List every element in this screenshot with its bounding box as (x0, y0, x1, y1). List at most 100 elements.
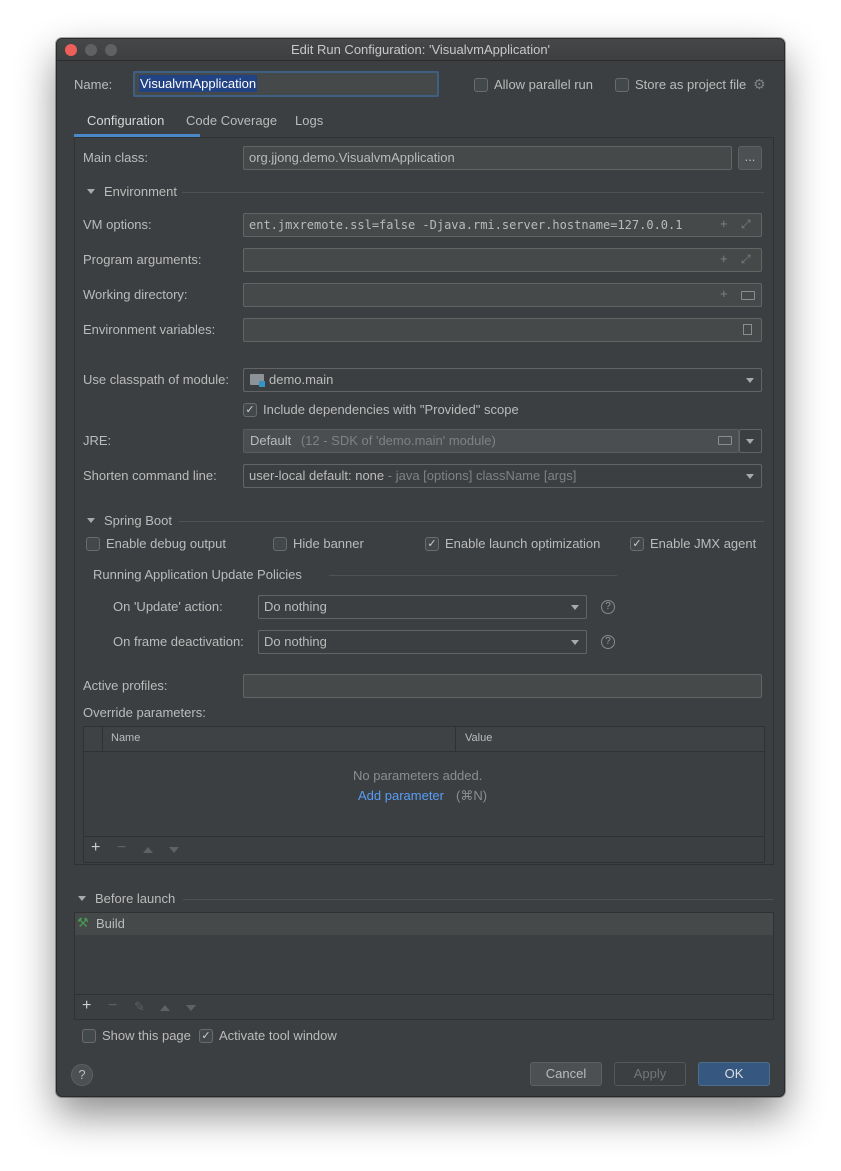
main-class-field[interactable]: org.jjong.demo.VisualvmApplication (243, 146, 732, 170)
tab-code-coverage[interactable]: Code Coverage (186, 113, 277, 128)
minimize-window-button[interactable] (85, 44, 97, 56)
cancel-button[interactable]: Cancel (530, 1062, 602, 1086)
add-parameter-shortcut: (⌘N) (456, 788, 488, 803)
shorten-command-line-label: Shorten command line: (83, 468, 217, 483)
before-launch-collapse-icon[interactable] (78, 896, 86, 901)
program-arguments-field[interactable] (243, 248, 762, 272)
tab-configuration[interactable]: Configuration (87, 113, 164, 128)
table-column-divider (455, 727, 456, 752)
chevron-down-icon[interactable] (746, 378, 754, 383)
activate-tool-window-label: Activate tool window (219, 1028, 337, 1043)
add-icon[interactable]: + (720, 287, 728, 301)
activate-tool-window-checkbox[interactable]: ✓ (199, 1029, 213, 1043)
table-header-row (84, 727, 764, 752)
table-header-name[interactable]: Name (111, 732, 140, 744)
update-policies-title: Running Application Update Policies (93, 567, 302, 582)
on-frame-deactivation-label: On frame deactivation: (113, 634, 244, 649)
hammer-icon: ⚒ (77, 915, 89, 930)
environment-separator (182, 192, 764, 193)
apply-button[interactable]: Apply (614, 1062, 686, 1086)
name-field-selection: VisualvmApplication (139, 75, 258, 92)
ok-button[interactable]: OK (698, 1062, 770, 1086)
environment-section-title: Environment (104, 184, 177, 199)
help-button[interactable]: ? (71, 1064, 93, 1086)
classpath-module-select[interactable]: demo.main (243, 368, 762, 392)
window-title: Edit Run Configuration: 'VisualvmApplica… (290, 42, 551, 57)
active-profiles-field[interactable] (243, 674, 762, 698)
launch-optimization-label: Enable launch optimization (445, 536, 601, 551)
move-up-icon (143, 847, 153, 853)
launch-optimization-checkbox[interactable]: ✓ (425, 537, 439, 551)
chevron-down-icon[interactable] (746, 474, 754, 479)
chevron-down-icon[interactable] (571, 605, 579, 610)
shorten-command-line-hint: - java [options] className [args] (387, 468, 577, 483)
name-field[interactable]: VisualvmApplication (133, 71, 439, 97)
environment-variables-field[interactable] (243, 318, 762, 342)
folder-icon[interactable] (718, 436, 732, 445)
debug-output-checkbox[interactable] (86, 537, 100, 551)
chevron-down-icon[interactable] (746, 439, 754, 444)
table-toolbar-separator (84, 836, 764, 837)
vm-options-field[interactable]: ent.jmxremote.ssl=false -Djava.rmi.serve… (243, 213, 762, 237)
add-icon[interactable]: + (82, 998, 91, 1014)
move-down-icon (186, 1005, 196, 1011)
vm-options-label: VM options: (83, 217, 152, 232)
override-parameters-label: Override parameters: (83, 705, 206, 720)
working-directory-field[interactable] (243, 283, 762, 307)
help-icon[interactable]: ? (601, 635, 615, 649)
jmx-agent-checkbox[interactable]: ✓ (630, 537, 644, 551)
chevron-down-icon[interactable] (571, 640, 579, 645)
edit-list-icon[interactable] (743, 324, 752, 335)
include-dependencies-checkbox[interactable]: ✓ (243, 403, 257, 417)
spring-boot-separator (179, 521, 764, 522)
jmx-agent-label: Enable JMX agent (650, 536, 757, 551)
jre-field[interactable]: Default (12 - SDK of 'demo.main' module) (243, 429, 739, 453)
jre-value: Default (250, 433, 292, 448)
on-update-select[interactable]: Do nothing (258, 595, 587, 619)
run-config-dialog: Edit Run Configuration: 'VisualvmApplica… (56, 38, 785, 1097)
allow-parallel-label: Allow parallel run (494, 77, 593, 92)
spring-boot-section-title: Spring Boot (104, 513, 172, 528)
edit-icon: ✎ (134, 999, 145, 1014)
main-class-label: Main class: (83, 150, 149, 165)
allow-parallel-checkbox[interactable] (474, 78, 488, 92)
environment-collapse-icon[interactable] (87, 189, 95, 194)
hide-banner-checkbox[interactable] (273, 537, 287, 551)
shorten-command-line-select[interactable]: user-local default: none - java [options… (243, 464, 762, 488)
tab-logs[interactable]: Logs (295, 113, 323, 128)
title-bar: Edit Run Configuration: 'VisualvmApplica… (57, 39, 784, 61)
spring-boot-collapse-icon[interactable] (87, 518, 95, 523)
on-frame-deactivation-select[interactable]: Do nothing (258, 630, 587, 654)
table-header-value[interactable]: Value (465, 732, 492, 744)
hide-banner-label: Hide banner (293, 536, 364, 551)
before-launch-item-label: Build (96, 916, 125, 931)
store-as-project-checkbox[interactable] (615, 78, 629, 92)
browse-main-class-button[interactable]: ... (738, 146, 762, 170)
move-up-icon (160, 1005, 170, 1011)
program-arguments-label: Program arguments: (83, 252, 202, 267)
add-icon[interactable]: + (91, 840, 100, 856)
add-icon[interactable]: + (720, 252, 728, 266)
active-profiles-label: Active profiles: (83, 678, 168, 693)
show-this-page-checkbox[interactable] (82, 1029, 96, 1043)
classpath-module-label: Use classpath of module: (83, 372, 229, 387)
include-dependencies-label: Include dependencies with "Provided" sco… (263, 402, 519, 417)
close-window-button[interactable] (65, 44, 77, 56)
add-parameter-link[interactable]: Add parameter (358, 788, 444, 803)
add-icon[interactable]: + (720, 217, 728, 231)
show-this-page-label: Show this page (102, 1028, 191, 1043)
module-badge-icon (259, 381, 265, 387)
folder-icon[interactable] (741, 291, 755, 300)
vm-options-value: ent.jmxremote.ssl=false -Djava.rmi.serve… (249, 218, 683, 232)
gear-icon[interactable]: ⚙ (753, 77, 766, 91)
expand-icon[interactable]: ⤢ (741, 252, 751, 266)
before-launch-item[interactable] (75, 913, 773, 935)
zoom-window-button[interactable] (105, 44, 117, 56)
expand-icon[interactable]: ⤢ (741, 217, 751, 231)
help-icon[interactable]: ? (601, 600, 615, 614)
remove-icon: − (117, 839, 127, 856)
jre-hint: (12 - SDK of 'demo.main' module) (300, 433, 496, 448)
table-column-divider (102, 727, 103, 752)
shorten-command-line-value: user-local default: none (249, 468, 385, 483)
before-launch-toolbar-separator (75, 994, 773, 995)
